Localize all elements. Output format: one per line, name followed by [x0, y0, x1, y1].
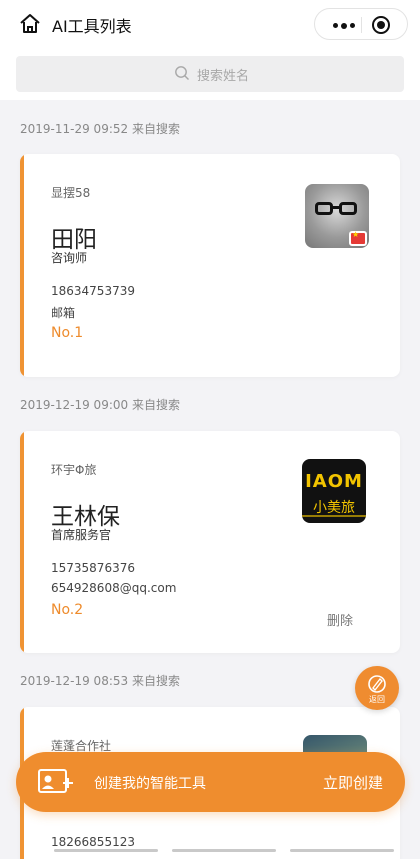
- delete-button[interactable]: 删除: [327, 610, 353, 629]
- glasses-right: [339, 202, 357, 215]
- contact-role: 咨询师: [51, 251, 88, 265]
- page-title: AI工具列表: [52, 17, 132, 36]
- entry-date-label: 2019-12-19 08:53 来自搜索: [20, 674, 180, 688]
- back-button-label: 返回: [369, 695, 385, 704]
- compass-edit-icon: [368, 675, 386, 693]
- contact-role: 首席服务官: [51, 528, 112, 542]
- contact-phone[interactable]: 18634753739: [51, 284, 135, 298]
- more-dots-icon[interactable]: [333, 22, 355, 29]
- contact-phone[interactable]: 18266855123: [51, 835, 135, 849]
- logo-underline: [302, 515, 366, 517]
- create-now-button[interactable]: 立即创建: [323, 772, 383, 793]
- back-button[interactable]: 返回: [355, 666, 399, 710]
- rank-label: No.2: [51, 602, 84, 618]
- home-indicator-center: [172, 849, 276, 852]
- capsule-divider: [361, 17, 362, 33]
- entry-date-label: 2019-12-19 09:00 来自搜索: [20, 398, 180, 412]
- contact-email[interactable]: 邮箱: [51, 304, 75, 321]
- company-name: 环宇Φ旅: [51, 463, 97, 477]
- contact-phone[interactable]: 15735876376: [51, 561, 135, 575]
- search-input[interactable]: 搜索姓名: [16, 56, 404, 92]
- top-bar: AI工具列表: [0, 0, 420, 48]
- target-close-icon[interactable]: [372, 16, 390, 34]
- logo-text: IAOM: [305, 471, 363, 492]
- search-area: 搜索姓名: [0, 48, 420, 100]
- home-icon[interactable]: [18, 12, 42, 36]
- mini-program-capsule: [314, 8, 408, 40]
- contact-card[interactable]: 环宇Φ旅 王林保 首席服务官 15735876376 654928608@qq.…: [20, 431, 400, 653]
- home-indicator-left: [54, 849, 158, 852]
- card-accent-bar: [20, 431, 24, 653]
- logo-chinese-text: 小美旅: [313, 500, 355, 516]
- home-indicator-right: [290, 849, 394, 852]
- avatar[interactable]: [305, 184, 369, 248]
- business-card-icon: [38, 769, 73, 793]
- avatar[interactable]: IAOM 小美旅: [302, 459, 366, 523]
- china-flag-icon: [349, 230, 367, 246]
- create-tool-text: 创建我的智能工具: [94, 776, 206, 792]
- search-placeholder: 搜索姓名: [197, 69, 250, 84]
- rank-label: No.1: [51, 325, 84, 341]
- search-icon: [175, 66, 189, 80]
- card-accent-bar: [20, 154, 24, 377]
- glasses-left: [315, 202, 333, 215]
- contact-card[interactable]: 显摆58 田阳 咨询师 18634753739 邮箱 No.1: [20, 154, 400, 377]
- entry-date-label: 2019-11-29 09:52 来自搜索: [20, 122, 180, 136]
- company-name: 显摆58: [51, 186, 91, 200]
- create-tool-bar[interactable]: 创建我的智能工具 立即创建: [16, 752, 405, 812]
- contact-email[interactable]: 654928608@qq.com: [51, 581, 176, 595]
